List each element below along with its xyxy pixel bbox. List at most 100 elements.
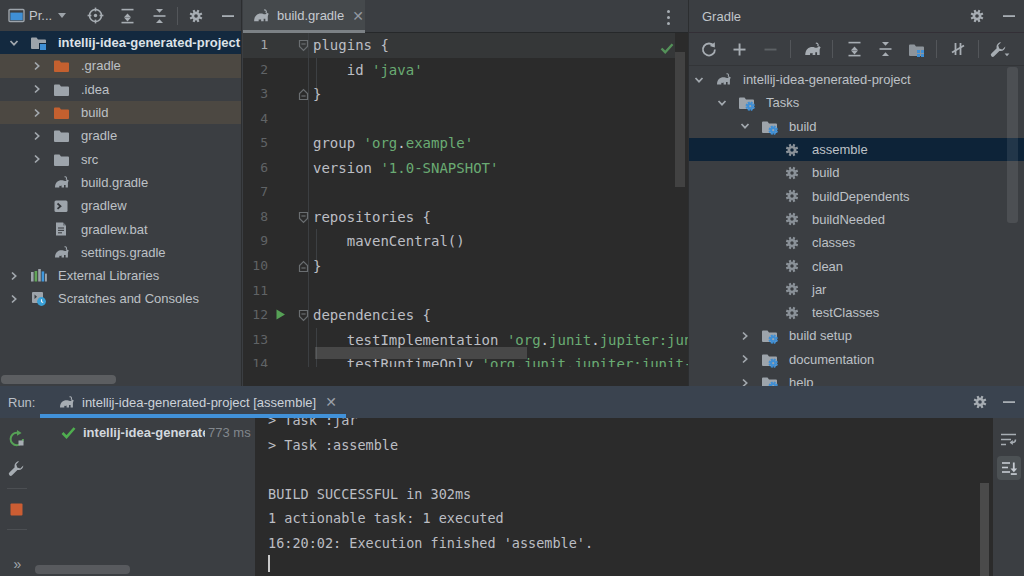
project-horizontal-scrollbar[interactable]	[1, 375, 116, 384]
editor-options-kebab-icon[interactable]	[659, 7, 677, 27]
tree-item--idea[interactable]: .idea	[0, 78, 241, 101]
chevron-right-icon[interactable]	[6, 268, 22, 284]
main-area: Pr... intellij-idea-generated-project.gr…	[0, 0, 1024, 386]
code-line-6[interactable]: 6version '1.0-SNAPSHOT'	[243, 156, 688, 181]
tree-item-builddependents[interactable]: buildDependents	[689, 184, 1024, 207]
code-text: group 'org.example'	[313, 131, 473, 156]
code-line-12[interactable]: 12dependencies {	[243, 303, 688, 328]
code-line-2[interactable]: 2 id 'java'	[243, 58, 688, 83]
stop-icon	[10, 503, 23, 516]
tree-item-scratches-and-consoles[interactable]: Scratches and Consoles	[0, 287, 241, 310]
close-run-tab-icon[interactable]: ✕	[325, 397, 337, 407]
tree-item-assemble[interactable]: assemble	[689, 138, 1024, 161]
code-line-4[interactable]: 4	[243, 107, 688, 132]
attach-gradle-project-button[interactable]	[726, 36, 752, 62]
tree-item-build[interactable]: build	[689, 115, 1024, 138]
tree-item-src[interactable]: src	[0, 147, 241, 170]
tree-item-documentation[interactable]: documentation	[689, 348, 1024, 371]
run-tab[interactable]: intellij-idea-generated-project [assembl…	[40, 386, 346, 418]
offline-mode-button[interactable]	[945, 36, 971, 62]
tree-item-testclasses[interactable]: testClasses	[689, 301, 1024, 324]
more-options-chevrons-icon[interactable]: »	[0, 556, 33, 572]
scroll-to-end-button[interactable]	[997, 456, 1021, 480]
stop-button[interactable]	[6, 498, 28, 520]
code-line-11[interactable]: 11	[243, 279, 688, 304]
hide-gradle-panel-button[interactable]	[996, 3, 1022, 29]
gradle-vertical-scrollbar[interactable]	[1007, 67, 1018, 223]
tree-item-clean[interactable]: clean	[689, 254, 1024, 277]
chevron-right-icon[interactable]	[737, 351, 753, 367]
tree-item-external-libraries[interactable]: External Libraries	[0, 264, 241, 287]
chevron-down-icon[interactable]	[691, 72, 707, 88]
tree-indent	[29, 221, 45, 237]
code-line-3[interactable]: 3}	[243, 82, 688, 107]
code-line-1[interactable]: 1plugins {	[243, 33, 688, 58]
project-view-selector[interactable]: Pr...	[8, 8, 66, 23]
chevron-down-icon[interactable]	[6, 35, 22, 51]
tree-item-classes[interactable]: classes	[689, 231, 1024, 254]
execute-gradle-task-button[interactable]	[799, 36, 825, 62]
run-settings-button[interactable]	[972, 394, 988, 410]
chevron-right-icon[interactable]	[29, 105, 45, 121]
code-line-9[interactable]: 9 mavenCentral()	[243, 229, 688, 254]
soft-wrap-button[interactable]	[997, 427, 1021, 451]
chevron-right-icon[interactable]	[29, 58, 45, 74]
tab-build-gradle[interactable]: build.gradle ✕	[243, 0, 365, 33]
tree-item-gradlew[interactable]: gradlew	[0, 194, 241, 217]
expand-all-button[interactable]	[114, 3, 140, 29]
tree-item-tasks[interactable]: Tasks	[689, 91, 1024, 114]
tree-item-build[interactable]: build	[689, 161, 1024, 184]
tree-item--gradle[interactable]: .gradle	[0, 54, 241, 77]
hide-run-panel-button[interactable]	[1002, 395, 1016, 409]
code-line-5[interactable]: 5group 'org.example'	[243, 131, 688, 156]
run-console[interactable]: > Task :jar> Task :assembleBUILD SUCCESS…	[255, 418, 993, 576]
tree-item-build-setup[interactable]: build setup	[689, 324, 1024, 347]
chevron-right-icon[interactable]	[29, 128, 45, 144]
tree-item-build-gradle[interactable]: build.gradle	[0, 171, 241, 194]
tree-item-intellij-idea-generated-project[interactable]: intellij-idea-generated-project	[689, 68, 1024, 91]
fold-end-icon[interactable]	[298, 88, 309, 101]
hide-project-panel-button[interactable]	[215, 3, 241, 29]
run-configuration-settings-button[interactable]	[6, 457, 28, 479]
editor-vertical-scrollbar[interactable]	[675, 52, 685, 187]
run-tree-horizontal-scrollbar[interactable]	[35, 565, 130, 574]
fold-start-icon[interactable]	[298, 39, 309, 52]
tree-item-jar[interactable]: jar	[689, 278, 1024, 301]
refresh-gradle-button[interactable]	[695, 36, 721, 62]
fold-start-icon[interactable]	[298, 309, 309, 322]
project-settings-button[interactable]	[183, 3, 209, 29]
expand-all-button[interactable]	[841, 36, 867, 62]
detach-gradle-project-button[interactable]	[757, 36, 783, 62]
collapse-all-button[interactable]	[146, 3, 172, 29]
gradle-build-settings-button[interactable]	[987, 36, 1013, 62]
run-result-row[interactable]: intellij-idea-generated-project 773 ms	[61, 421, 251, 444]
close-tab-icon[interactable]: ✕	[352, 11, 364, 21]
sources-button[interactable]	[903, 36, 929, 62]
fold-end-icon[interactable]	[298, 260, 309, 273]
collapse-all-button[interactable]	[872, 36, 898, 62]
locate-file-button[interactable]	[82, 3, 108, 29]
run-gutter-icon[interactable]	[274, 308, 287, 321]
chevron-down-icon[interactable]	[737, 118, 753, 134]
tree-item-gradle[interactable]: gradle	[0, 124, 241, 147]
editor-horizontal-scrollbar[interactable]	[315, 347, 527, 359]
tree-item-buildneeded[interactable]: buildNeeded	[689, 208, 1024, 231]
chevron-right-icon[interactable]	[29, 151, 45, 167]
code-line-8[interactable]: 8repositories {	[243, 205, 688, 230]
code-line-10[interactable]: 10}	[243, 254, 688, 279]
tree-item-intellij-idea-generated-project[interactable]: intellij-idea-generated-project	[0, 31, 241, 54]
chevron-right-icon[interactable]	[6, 291, 22, 307]
chevron-down-icon[interactable]	[714, 95, 730, 111]
code-area[interactable]: 1plugins {2 id 'java'3}45group 'org.exam…	[243, 33, 688, 367]
chevron-right-icon[interactable]	[29, 81, 45, 97]
tree-item-gradlew-bat[interactable]: gradlew.bat	[0, 217, 241, 240]
run-result-name: intellij-idea-generated-project	[83, 425, 205, 440]
rerun-button[interactable]	[6, 428, 28, 450]
chevron-right-icon[interactable]	[737, 328, 753, 344]
tree-item-build[interactable]: build	[0, 101, 241, 124]
gradle-settings-button[interactable]	[964, 3, 990, 29]
fold-start-icon[interactable]	[298, 211, 309, 224]
inspections-ok-icon[interactable]	[660, 41, 674, 55]
tree-item-settings-gradle[interactable]: settings.gradle	[0, 241, 241, 264]
code-line-7[interactable]: 7	[243, 180, 688, 205]
